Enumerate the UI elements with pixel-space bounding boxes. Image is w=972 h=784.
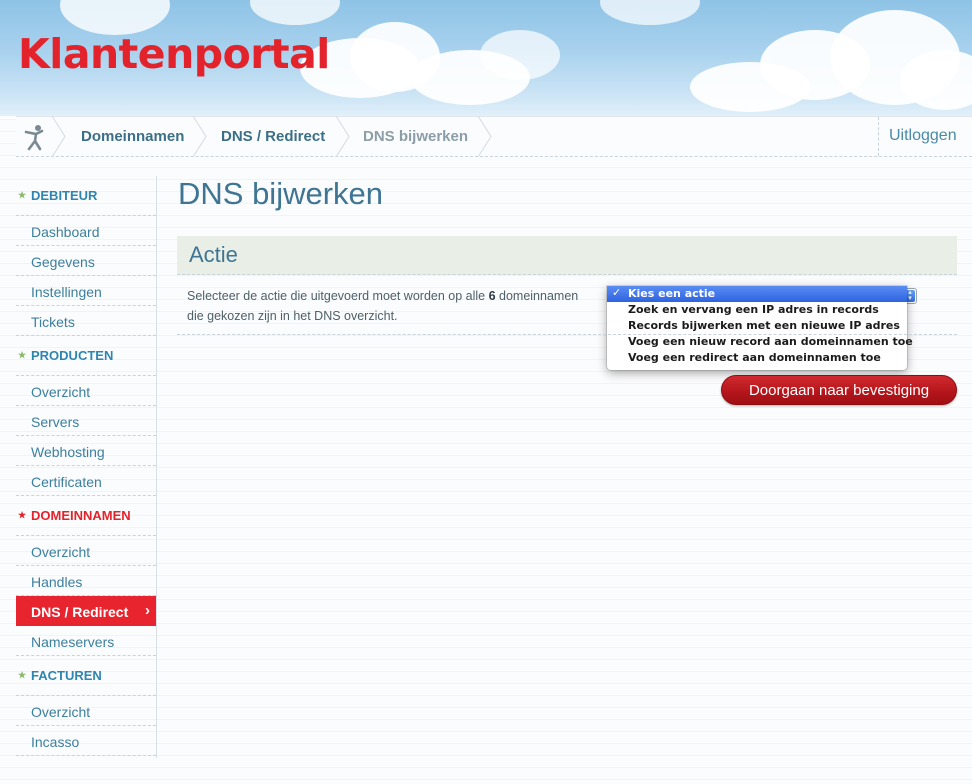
star-icon: ★ [18, 190, 27, 200]
domain-count: 6 [488, 289, 496, 303]
dropdown-option[interactable]: Records bijwerken met een nieuwe IP adre… [607, 318, 907, 334]
sidebar-item-domeinnamen-overzicht[interactable]: Overzicht [16, 536, 156, 566]
breadcrumb: Domeinnamen DNS / Redirect DNS bijwerken… [16, 116, 972, 157]
dropdown-option[interactable]: Voeg een redirect aan domeinnamen toe [607, 350, 907, 366]
divider [177, 334, 957, 335]
sidebar: ★ DEBITEUR Dashboard Gegevens Instellinge… [16, 176, 157, 758]
breadcrumb-domeinnamen[interactable]: Domeinnamen [81, 128, 184, 145]
chevron-right-icon: › [145, 602, 150, 619]
sidebar-heading-label: DOMEINNAMEN [31, 508, 131, 523]
star-icon: ★ [18, 510, 27, 520]
sidebar-heading-domeinnamen[interactable]: ★ DOMEINNAMEN [16, 496, 156, 536]
sidebar-item-certificaten[interactable]: Certificaten [16, 466, 156, 496]
sidebar-item-handles[interactable]: Handles [16, 566, 156, 596]
section-heading-actie: Actie [177, 236, 957, 275]
sidebar-item-producten-overzicht[interactable]: Overzicht [16, 376, 156, 406]
page-title: DNS bijwerken [178, 176, 384, 211]
continue-button[interactable]: Doorgaan naar bevestiging [721, 375, 957, 405]
breadcrumb-separator-icon [52, 116, 66, 157]
breadcrumb-separator-icon [193, 116, 207, 157]
sidebar-item-dns-redirect[interactable]: DNS / Redirect › [16, 596, 156, 626]
sidebar-item-webhosting[interactable]: Webhosting [16, 436, 156, 466]
dropdown-option[interactable]: Zoek en vervang een IP adres in records [607, 302, 907, 318]
sidebar-heading-facturen[interactable]: ★ FACTUREN [16, 656, 156, 696]
sidebar-item-label: DNS / Redirect [31, 604, 129, 620]
sidebar-heading-debiteur[interactable]: ★ DEBITEUR [16, 176, 156, 216]
action-dropdown-menu[interactable]: ✓ Kies een actie Zoek en vervang een IP a… [607, 286, 913, 370]
home-figure-icon[interactable] [22, 123, 48, 151]
sidebar-item-instellingen[interactable]: Instellingen [16, 276, 156, 306]
sidebar-heading-producten[interactable]: ★ PRODUCTEN [16, 336, 156, 376]
star-icon: ★ [18, 350, 27, 360]
sidebar-heading-label: PRODUCTEN [31, 348, 114, 363]
dropdown-option-label: Kies een actie [628, 287, 716, 300]
action-description: Selecteer de actie die uitgevoerd moet w… [187, 286, 597, 326]
sidebar-item-incasso[interactable]: Incasso [16, 726, 156, 756]
cloud-decoration [480, 30, 560, 80]
star-icon: ★ [18, 670, 27, 680]
cloud-decoration [250, 0, 340, 25]
logout-link[interactable]: Uitloggen [878, 117, 972, 156]
sidebar-item-tickets[interactable]: Tickets [16, 306, 156, 336]
sidebar-item-dashboard[interactable]: Dashboard [16, 216, 156, 246]
portal-logo[interactable]: Klantenportal [18, 30, 330, 78]
breadcrumb-separator-icon [478, 116, 492, 157]
cloud-decoration [600, 0, 700, 25]
breadcrumb-dns-bijwerken: DNS bijwerken [363, 128, 469, 145]
description-text: Selecteer de actie die uitgevoerd moet w… [187, 289, 489, 303]
sidebar-item-gegevens[interactable]: Gegevens [16, 246, 156, 276]
breadcrumb-separator-icon [336, 116, 350, 157]
breadcrumb-dns-redirect[interactable]: DNS / Redirect [221, 128, 325, 145]
dropdown-option[interactable]: Voeg een nieuw record aan domeinnamen to… [607, 334, 913, 350]
sidebar-item-facturen-overzicht[interactable]: Overzicht [16, 696, 156, 726]
sidebar-heading-label: FACTUREN [31, 668, 102, 683]
sidebar-item-servers[interactable]: Servers [16, 406, 156, 436]
checkmark-icon: ✓ [612, 286, 622, 299]
sidebar-item-nameservers[interactable]: Nameservers [16, 626, 156, 656]
header: Klantenportal [0, 0, 972, 116]
sidebar-heading-label: DEBITEUR [31, 188, 98, 203]
dropdown-option[interactable]: ✓ Kies een actie [607, 286, 907, 302]
